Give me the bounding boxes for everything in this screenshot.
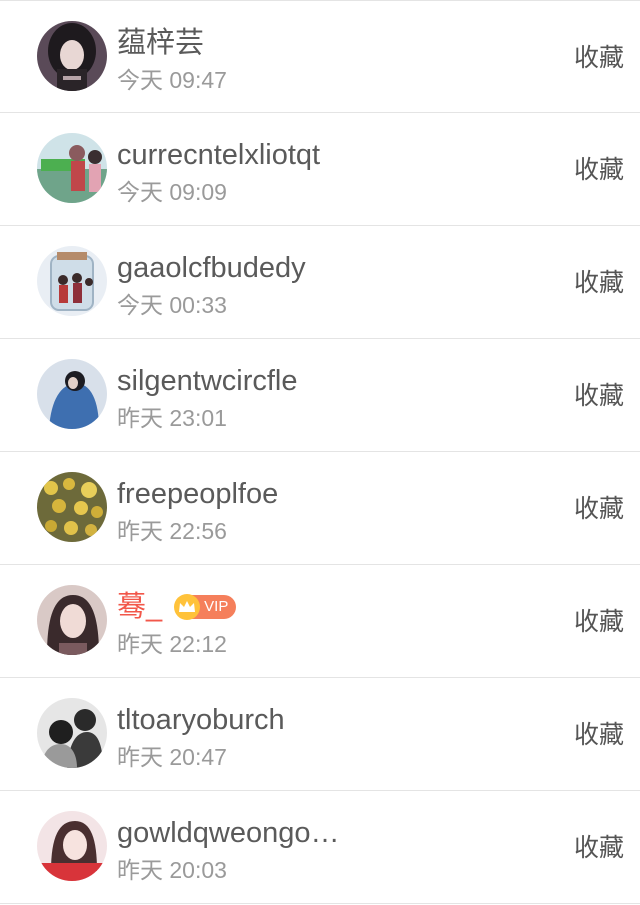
list-item[interactable]: 蓦_ VIP 昨天 22:12 收藏 bbox=[0, 565, 640, 678]
timestamp: 今天 00:33 bbox=[117, 292, 227, 318]
name-line: gowldqweongo… bbox=[117, 813, 339, 853]
crown-icon bbox=[174, 594, 201, 620]
avatar-jar-figures-icon bbox=[37, 246, 107, 316]
avatar[interactable] bbox=[37, 21, 107, 91]
favorite-button[interactable]: 收藏 bbox=[574, 718, 624, 752]
user-name[interactable]: gaaolcfbudedy bbox=[117, 248, 306, 288]
vip-label: VIP bbox=[204, 598, 229, 615]
name-line: gaaolcfbudedy bbox=[117, 248, 306, 288]
name-line: silgentwcircfle bbox=[117, 361, 298, 401]
avatar[interactable] bbox=[37, 585, 107, 655]
favorite-button[interactable]: 收藏 bbox=[574, 41, 624, 75]
timestamp: 今天 09:47 bbox=[117, 67, 227, 93]
timestamp: 昨天 20:03 bbox=[117, 857, 227, 883]
timestamp: 昨天 23:01 bbox=[117, 405, 227, 431]
favorite-button[interactable]: 收藏 bbox=[574, 266, 624, 300]
avatar[interactable] bbox=[37, 811, 107, 881]
name-line: currecntelxliotqt bbox=[117, 135, 320, 175]
user-name[interactable]: freepeoplfoe bbox=[117, 474, 278, 514]
avatar-group-photo-icon bbox=[37, 133, 107, 203]
timestamp: 昨天 20:47 bbox=[117, 744, 227, 770]
user-name[interactable]: tltoaryoburch bbox=[117, 700, 285, 740]
timestamp: 昨天 22:12 bbox=[117, 631, 227, 657]
user-name[interactable]: 蓦_ bbox=[117, 587, 162, 627]
favorite-button[interactable]: 收藏 bbox=[574, 153, 624, 187]
avatar-girl-portrait-icon bbox=[37, 585, 107, 655]
name-line: tltoaryoburch bbox=[117, 700, 285, 740]
user-name[interactable]: silgentwcircfle bbox=[117, 361, 298, 401]
name-line: 蓦_ VIP bbox=[117, 587, 237, 627]
user-name[interactable]: currecntelxliotqt bbox=[117, 135, 320, 175]
list-item[interactable]: silgentwcircfle 昨天 23:01 收藏 bbox=[0, 339, 640, 452]
list-item[interactable]: freepeoplfoe 昨天 22:56 收藏 bbox=[0, 452, 640, 565]
avatar[interactable] bbox=[37, 246, 107, 316]
avatar[interactable] bbox=[37, 133, 107, 203]
list-item[interactable]: gowldqweongo… 昨天 20:03 收藏 bbox=[0, 791, 640, 904]
timestamp: 今天 09:09 bbox=[117, 179, 227, 205]
user-list: 蕴梓芸 今天 09:47 收藏 currecntelxliotqt 今天 09:… bbox=[0, 0, 640, 905]
avatar-blue-hoodie-icon bbox=[37, 359, 107, 429]
list-item[interactable]: 蕴梓芸 今天 09:47 收藏 bbox=[0, 0, 640, 113]
list-item[interactable]: gaaolcfbudedy 今天 00:33 收藏 bbox=[0, 226, 640, 339]
timestamp: 昨天 22:56 bbox=[117, 518, 227, 544]
avatar-yellow-flowers-icon bbox=[37, 472, 107, 542]
avatar-bw-couple-icon bbox=[37, 698, 107, 768]
vip-badge: VIP bbox=[174, 594, 237, 620]
list-item[interactable]: tltoaryoburch 昨天 20:47 收藏 bbox=[0, 678, 640, 791]
avatar-girl-dark-hair-icon bbox=[37, 21, 107, 91]
list-item[interactable]: currecntelxliotqt 今天 09:09 收藏 bbox=[0, 113, 640, 226]
name-line: freepeoplfoe bbox=[117, 474, 278, 514]
avatar[interactable] bbox=[37, 472, 107, 542]
name-line: 蕴梓芸 bbox=[117, 23, 204, 63]
favorite-button[interactable]: 收藏 bbox=[574, 492, 624, 526]
favorite-button[interactable]: 收藏 bbox=[574, 379, 624, 413]
avatar[interactable] bbox=[37, 698, 107, 768]
user-name[interactable]: gowldqweongo… bbox=[117, 813, 339, 853]
user-name[interactable]: 蕴梓芸 bbox=[117, 23, 204, 63]
avatar-red-girl-icon bbox=[37, 811, 107, 881]
favorite-button[interactable]: 收藏 bbox=[574, 831, 624, 865]
avatar[interactable] bbox=[37, 359, 107, 429]
favorite-button[interactable]: 收藏 bbox=[574, 605, 624, 639]
